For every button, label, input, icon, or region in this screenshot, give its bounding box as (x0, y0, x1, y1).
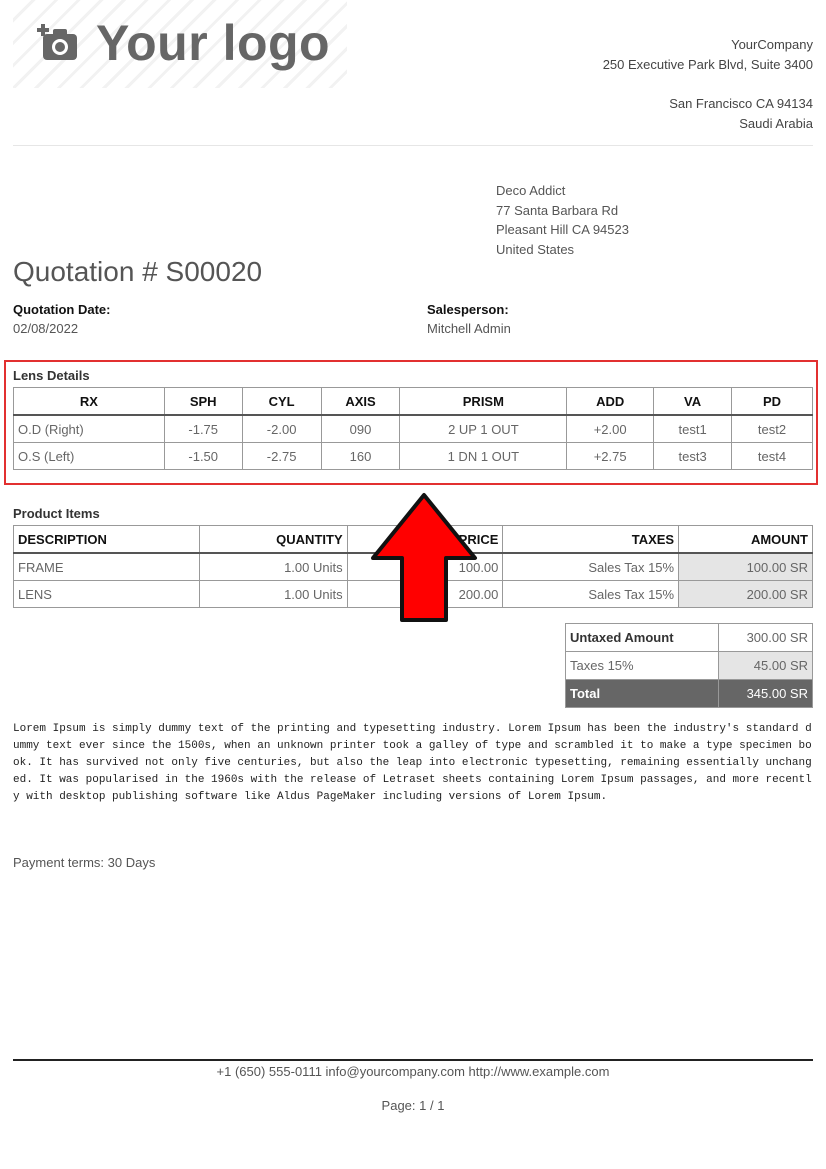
lens-cell: test3 (653, 442, 733, 470)
lens-header-cyl: CYL (241, 387, 322, 416)
lens-header-prism: PRISM (399, 387, 568, 416)
lens-header-va: VA (653, 387, 733, 416)
page-number: Page: 1 / 1 (381, 1098, 445, 1113)
up-arrow-icon (371, 493, 477, 622)
lens-cell: -1.50 (163, 442, 243, 470)
quotation-date-label: Quotation Date: (13, 302, 111, 317)
company-country: Saudi Arabia (739, 115, 813, 131)
untaxed-label: Untaxed Amount (564, 623, 720, 652)
customer-street: 77 Santa Barbara Rd (496, 202, 619, 218)
payment-terms: Payment terms: 30 Days (13, 855, 156, 870)
lens-cell: test4 (731, 442, 813, 470)
product-cell: FRAME (13, 552, 200, 581)
lens-header-axis: AXIS (320, 387, 401, 416)
product-cell: 200.00 SR (678, 580, 813, 608)
header-divider (13, 145, 813, 146)
taxes-value: 45.00 SR (718, 651, 813, 680)
lens-details-table: RX SPH CYL AXIS PRISM ADD VA PD O.D (Rig… (13, 387, 813, 470)
product-cell: LENS (13, 580, 200, 608)
lens-cell: +2.75 (566, 442, 655, 470)
lens-details-label: Lens Details (13, 368, 90, 383)
total-label: Total (564, 679, 720, 708)
lens-cell: 1 DN 1 OUT (399, 442, 568, 470)
product-items-label: Product Items (13, 506, 100, 521)
footer-contact: +1 (650) 555-0111 info@yourcompany.com h… (216, 1064, 610, 1079)
untaxed-row: Untaxed Amount 300.00 SR (564, 623, 813, 652)
company-city: San Francisco CA 94134 (669, 96, 813, 111)
product-cell: 1.00 Units (198, 580, 348, 608)
taxes-label: Taxes 15% (564, 651, 720, 680)
customer-name: Deco Addict (496, 183, 566, 198)
company-address: YourCompany 250 Executive Park Blvd, Sui… (603, 35, 813, 133)
lens-cell: -2.00 (241, 414, 322, 443)
lens-cell: +2.00 (566, 414, 655, 443)
lens-cell: 2 UP 1 OUT (399, 414, 568, 443)
lens-cell: O.S (Left) (13, 442, 165, 470)
lens-cell: -2.75 (241, 442, 322, 470)
quotation-date-value: 02/08/2022 (13, 321, 79, 336)
notes-text: Lorem Ipsum is simply dummy text of the … (13, 723, 812, 803)
page-title: Quotation # S00020 (13, 256, 263, 287)
camera-add-icon (37, 24, 77, 60)
totals-table: Untaxed Amount 300.00 SR Taxes 15% 45.00… (564, 623, 813, 708)
lens-header-sph: SPH (163, 387, 243, 416)
company-street: 250 Executive Park Blvd, Suite 3400 (602, 56, 813, 72)
customer-city: Pleasant Hill CA 94523 (496, 222, 629, 237)
lens-cell: 160 (320, 442, 401, 470)
salesperson-value: Mitchell Admin (427, 321, 511, 336)
total-value: 345.00 SR (718, 679, 813, 708)
lens-header-rx: RX (13, 387, 165, 416)
salesperson-label: Salesperson: (427, 302, 509, 317)
product-header-amount: AMOUNT (678, 525, 813, 554)
product-cell: 1.00 Units (198, 552, 348, 581)
company-name: YourCompany (731, 37, 813, 52)
product-header-quantity: QUANTITY (198, 525, 348, 554)
lens-cell: -1.75 (163, 414, 243, 443)
table-row: O.D (Right) -1.75 -2.00 090 2 UP 1 OUT +… (13, 414, 813, 443)
lens-cell: O.D (Right) (13, 414, 165, 443)
customer-address: Deco Addict 77 Santa Barbara Rd Pleasant… (496, 181, 629, 259)
lens-cell: test2 (731, 414, 813, 443)
taxes-row: Taxes 15% 45.00 SR (564, 651, 813, 680)
product-header-taxes: TAXES (502, 525, 680, 554)
product-cell: Sales Tax 15% (502, 552, 680, 581)
lens-header-row: RX SPH CYL AXIS PRISM ADD VA PD (13, 387, 813, 416)
product-header-description: DESCRIPTION (13, 525, 200, 554)
untaxed-value: 300.00 SR (718, 623, 813, 652)
total-row: Total 345.00 SR (564, 679, 813, 708)
lens-cell: test1 (653, 414, 733, 443)
table-row: O.S (Left) -1.50 -2.75 160 1 DN 1 OUT +2… (13, 442, 813, 470)
footer-divider (13, 1059, 813, 1061)
lens-cell: 090 (320, 414, 401, 443)
lens-header-add: ADD (566, 387, 655, 416)
lens-header-pd: PD (731, 387, 813, 416)
logo-text: Your logo (96, 15, 331, 71)
product-cell: Sales Tax 15% (502, 580, 680, 608)
customer-country: United States (496, 241, 575, 257)
product-cell: 100.00 SR (678, 552, 813, 581)
